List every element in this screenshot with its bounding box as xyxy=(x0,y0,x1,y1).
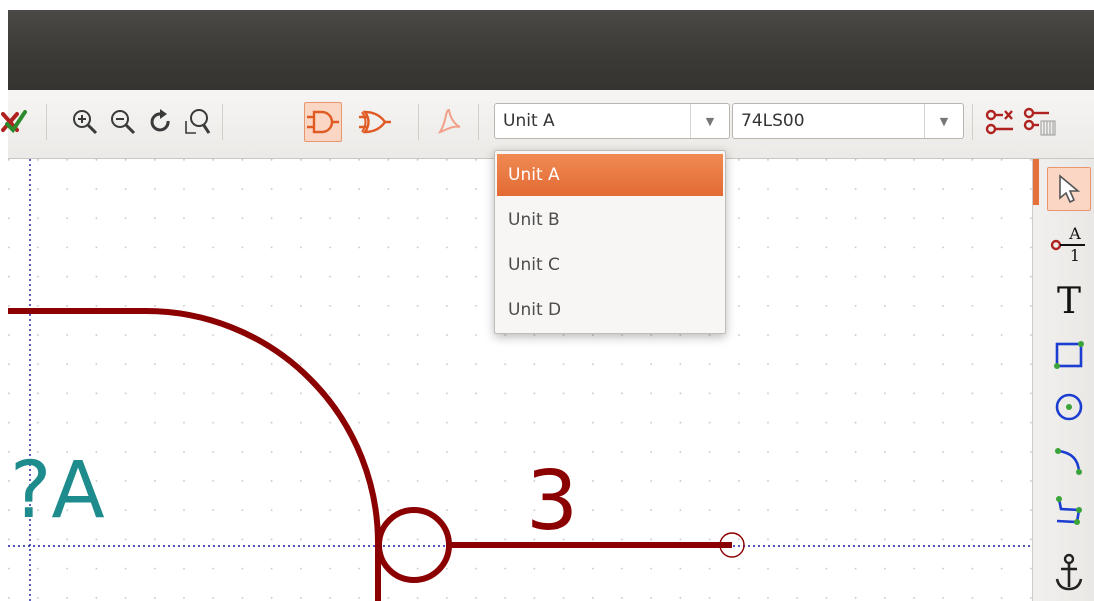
zoom-fit-icon[interactable] xyxy=(180,102,218,142)
toolbar-separator xyxy=(222,104,223,140)
unit-option[interactable]: Unit C xyxy=(497,244,723,286)
unit-select-value: Unit A xyxy=(503,111,555,131)
unit-select[interactable]: Unit A ▼ xyxy=(494,103,730,139)
unit-option[interactable]: Unit B xyxy=(497,199,723,241)
toolbar-separator xyxy=(46,104,47,140)
add-pin-glyph-top: A xyxy=(1068,224,1081,243)
top-margin xyxy=(0,0,1094,10)
add-pin-icon[interactable]: A 1 xyxy=(1047,221,1091,265)
arc-tool-icon[interactable] xyxy=(1047,439,1091,483)
unit-option[interactable]: Unit D xyxy=(497,289,723,331)
text-tool-icon[interactable]: T xyxy=(1047,279,1091,323)
right-toolbar: A 1 T xyxy=(1032,159,1094,601)
select-arrow-icon[interactable] xyxy=(1047,167,1091,211)
add-pin-glyph-bottom: 1 xyxy=(1070,246,1080,265)
title-bar xyxy=(8,10,1094,90)
toolbar-accent xyxy=(1033,159,1039,205)
redraw-icon[interactable] xyxy=(142,102,180,142)
pdf-icon[interactable] xyxy=(430,102,468,142)
toolbar-separator xyxy=(478,104,479,140)
toolbar-separator xyxy=(972,104,973,140)
and-gate-icon[interactable] xyxy=(304,102,342,142)
zoom-out-icon[interactable] xyxy=(104,102,142,142)
delete-icon[interactable] xyxy=(0,102,32,142)
reference-designator: ?A xyxy=(10,446,105,536)
pin-list-icon[interactable] xyxy=(1022,102,1060,142)
anchor-icon[interactable] xyxy=(1047,551,1091,595)
zoom-in-icon[interactable] xyxy=(66,102,104,142)
unit-option[interactable]: Unit A xyxy=(497,154,723,196)
or-gate-icon[interactable] xyxy=(356,102,394,142)
part-select[interactable]: 74LS00 ▼ xyxy=(732,103,964,139)
chevron-down-icon[interactable]: ▼ xyxy=(690,104,729,138)
rectangle-tool-icon[interactable] xyxy=(1047,333,1091,377)
part-select-value: 74LS00 xyxy=(741,111,805,131)
pin-table-icon[interactable] xyxy=(982,102,1020,142)
unit-dropdown-menu: Unit A Unit B Unit C Unit D xyxy=(494,150,726,334)
main-toolbar: Unit A ▼ 74LS00 ▼ xyxy=(1,90,1094,159)
circle-tool-icon[interactable] xyxy=(1047,385,1091,429)
toolbar-separator xyxy=(418,104,419,140)
pin-number: 3 xyxy=(526,454,578,549)
chevron-down-icon[interactable]: ▼ xyxy=(924,104,963,138)
polyline-tool-icon[interactable] xyxy=(1047,489,1091,533)
